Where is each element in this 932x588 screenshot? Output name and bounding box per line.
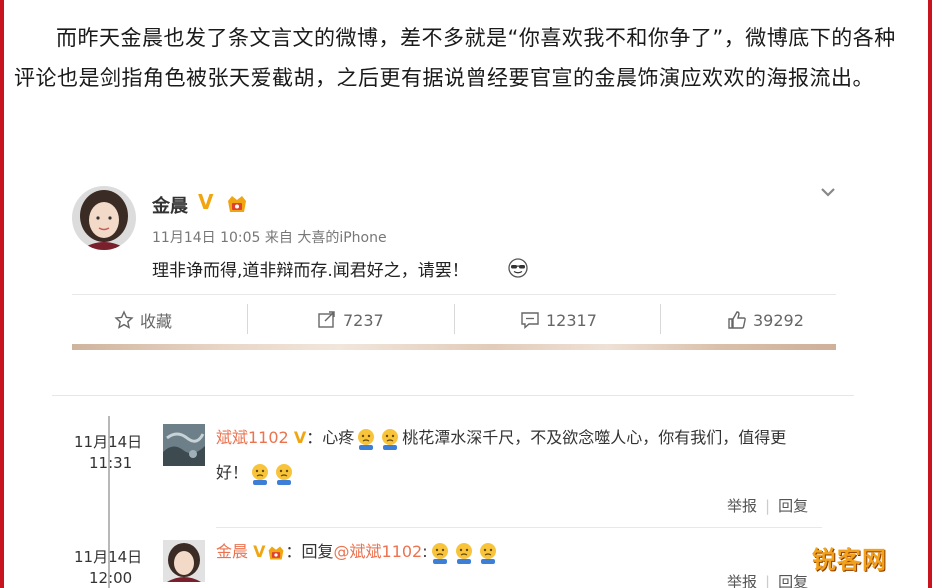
verified-v-icon: V bbox=[253, 542, 266, 561]
comments-divider bbox=[52, 395, 854, 396]
post-text: 理非诤而得,道非辩而存.闻君好之，请罢！ bbox=[152, 261, 469, 281]
reply-link[interactable]: 回复 bbox=[778, 497, 808, 515]
post-image-strip bbox=[72, 344, 836, 350]
action-separator bbox=[247, 304, 248, 334]
comment-actions: 举报 | 回复 bbox=[727, 571, 808, 588]
actions-separator: | bbox=[765, 573, 771, 588]
report-link[interactable]: 举报 bbox=[727, 573, 757, 588]
actions-separator: | bbox=[765, 497, 771, 515]
worried-emoji-icon bbox=[382, 428, 399, 450]
commenter-avatar[interactable] bbox=[163, 540, 205, 582]
favorite-label: 收藏 bbox=[140, 312, 173, 331]
comment-date: 11月14日 bbox=[74, 548, 143, 566]
repost-button[interactable]: 7237 bbox=[317, 300, 384, 340]
comment-text: 桃花潭水深千尺，不及欲念噬人心，你有我们，值得更 bbox=[402, 428, 787, 447]
commenter-name[interactable]: 斌斌1102 bbox=[216, 428, 289, 447]
comment-count: 12317 bbox=[546, 310, 597, 330]
comment-actions: 举报 | 回复 bbox=[727, 495, 808, 516]
star-icon bbox=[114, 310, 134, 329]
action-separator bbox=[660, 304, 661, 334]
comment-line-1: 金晨 V ：回复@斌斌1102: bbox=[216, 538, 500, 566]
commenter-name[interactable]: 金晨 bbox=[216, 542, 248, 561]
verified-v-icon: V bbox=[293, 428, 307, 447]
comment-date: 11月14日 bbox=[74, 433, 143, 451]
favorite-button[interactable]: 收藏 bbox=[114, 300, 172, 340]
vip-badge-icon bbox=[228, 196, 246, 212]
comment-text: 好！ bbox=[216, 463, 249, 482]
worried-emoji-icon bbox=[358, 428, 375, 450]
cool-emoji-icon bbox=[508, 258, 528, 278]
action-separator bbox=[454, 304, 455, 334]
page-frame-right bbox=[928, 0, 932, 588]
comment-divider bbox=[216, 527, 822, 528]
worried-emoji-icon bbox=[252, 463, 269, 485]
post-author-name[interactable]: 金晨 bbox=[152, 192, 188, 218]
comment-button[interactable]: 12317 bbox=[520, 300, 597, 340]
worried-emoji-icon bbox=[455, 542, 472, 564]
comment-line-1: 斌斌1102 V：心疼 桃花潭水深千尺，不及欲念噬人心，你有我们，值得更 bbox=[216, 424, 786, 452]
worried-emoji-icon bbox=[431, 542, 448, 564]
page-frame-left bbox=[0, 0, 4, 588]
like-button[interactable]: 39292 bbox=[727, 300, 804, 340]
watermark-logo: 锐客网 bbox=[812, 546, 887, 574]
worried-emoji-icon bbox=[479, 542, 496, 564]
report-link[interactable]: 举报 bbox=[727, 497, 757, 515]
repost-count: 7237 bbox=[343, 310, 384, 330]
comment-line-2: 好！ bbox=[216, 459, 296, 487]
comment-time: 11:31 bbox=[89, 454, 133, 472]
post-divider bbox=[72, 294, 836, 295]
vip-badge-icon bbox=[268, 545, 283, 560]
reply-prefix: ：回复 bbox=[285, 542, 334, 561]
post-meta: 11月14日 10:05 来自 大喜的iPhone bbox=[152, 230, 387, 246]
repost-icon bbox=[318, 311, 335, 328]
comment-text: ：心疼 bbox=[306, 428, 355, 447]
worried-emoji-icon bbox=[276, 463, 293, 485]
article-paragraph: 而昨天金晨也发了条文言文的微博，差不多就是“你喜欢我不和你争了”，微博底下的各种… bbox=[14, 26, 896, 90]
reply-link[interactable]: 回复 bbox=[778, 573, 808, 588]
comment-time: 12:00 bbox=[89, 569, 133, 587]
like-icon bbox=[728, 311, 746, 329]
chevron-down-icon[interactable] bbox=[818, 183, 838, 201]
mention-link[interactable]: @斌斌1102 bbox=[334, 542, 423, 561]
like-count: 39292 bbox=[753, 310, 804, 330]
verified-v-icon: V bbox=[198, 190, 214, 214]
commenter-avatar[interactable] bbox=[163, 424, 205, 466]
comment-icon bbox=[521, 312, 539, 330]
post-author-avatar[interactable] bbox=[72, 186, 136, 250]
